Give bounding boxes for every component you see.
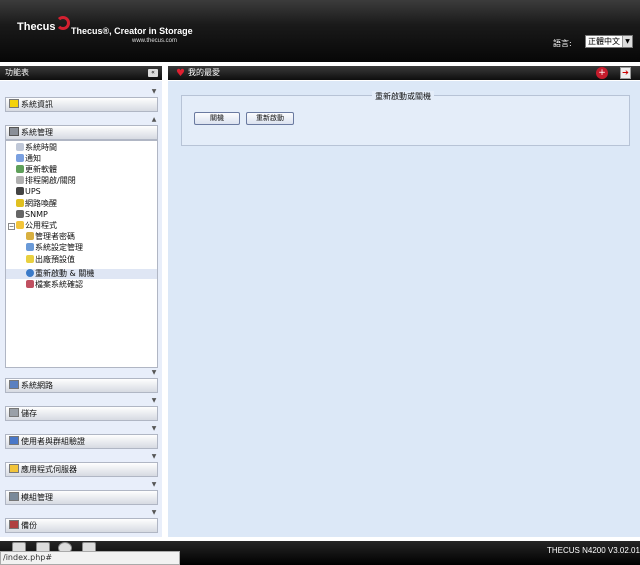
reboot-shutdown-panel: 重新啟動或關機 關機 重新啟動 xyxy=(181,91,630,146)
clock-icon xyxy=(16,143,24,151)
main-title-bar: ♥ 我的最愛 + ➔ xyxy=(168,66,640,80)
tree-item-filesystem-check[interactable]: 檔案系統確認 xyxy=(26,280,83,290)
logo: Thecus xyxy=(17,21,56,33)
tree-item-factory-default[interactable]: 出廠預設值 xyxy=(26,255,75,265)
backup-icon xyxy=(9,520,19,529)
power-icon xyxy=(26,269,34,277)
folder-icon xyxy=(16,221,24,229)
section-label: 系統管理 xyxy=(21,128,53,137)
tree-item-label: 更新軟體 xyxy=(25,165,57,174)
section-label: 儲存 xyxy=(21,409,37,418)
tree-item-snmp[interactable]: SNMP xyxy=(16,210,48,220)
tagline: Thecus®, Creator in Storage xyxy=(71,26,193,36)
expand-toggle-icon[interactable]: ▼ xyxy=(150,397,158,404)
language-label: 語言: xyxy=(553,39,572,48)
reboot-button[interactable]: 重新啟動 xyxy=(246,112,294,125)
tree-item-update[interactable]: 更新軟體 xyxy=(16,165,57,175)
tree-item-label: SNMP xyxy=(25,210,48,219)
language-select[interactable]: 正體中文 ▼ xyxy=(585,35,633,48)
schedule-icon xyxy=(16,176,24,184)
key-icon xyxy=(26,232,34,240)
network-icon xyxy=(9,380,19,389)
tree-item-label: UPS xyxy=(25,187,41,196)
status-bar-url: /index.php# xyxy=(0,551,180,565)
tree-item-schedule[interactable]: 排程開啟/關閉 xyxy=(16,176,76,186)
tree-item-wake-on-lan[interactable]: 網路喚醒 xyxy=(16,199,57,209)
tree-item-utilities[interactable]: − 公用程式 xyxy=(8,221,57,231)
config-icon xyxy=(26,243,34,251)
tree-item-label: 排程開啟/關閉 xyxy=(25,176,76,185)
language-value: 正體中文 xyxy=(588,37,620,46)
section-label: 使用者與群組驗證 xyxy=(21,437,85,446)
system-management-tree: 系統時間 通知 更新軟體 排程開啟/關閉 UPS 網路喚醒 SNMP − 公用程式… xyxy=(5,140,158,368)
reset-icon xyxy=(26,255,34,263)
site-url: www.thecus.com xyxy=(132,38,178,44)
tree-item-config-management[interactable]: 系統設定管理 xyxy=(26,243,83,253)
wake-icon xyxy=(16,199,24,207)
module-icon xyxy=(9,492,19,501)
expand-toggle-icon[interactable]: ▼ xyxy=(150,88,158,95)
sidebar-section-storage[interactable]: 儲存 xyxy=(5,406,158,421)
snmp-icon xyxy=(16,210,24,218)
logo-ring-icon xyxy=(56,16,70,30)
tree-collapse-icon[interactable]: − xyxy=(8,223,15,230)
collapse-toggle-icon[interactable]: ▲ xyxy=(150,116,158,123)
tree-item-label: 公用程式 xyxy=(25,221,57,230)
collapse-sidebar-icon[interactable]: « xyxy=(148,69,158,77)
section-label: 備份 xyxy=(21,521,37,530)
expand-toggle-icon[interactable]: ▼ xyxy=(150,369,158,376)
section-label: 系統網路 xyxy=(21,381,53,390)
heart-icon: ♥ xyxy=(176,68,185,79)
sidebar-section-app-server[interactable]: 應用程式伺服器 xyxy=(5,462,158,477)
tree-item-reboot-shutdown[interactable]: 重新啟動 & 關機 xyxy=(26,269,94,279)
main-title: 我的最愛 xyxy=(188,68,220,77)
tree-item-label: 系統時間 xyxy=(25,143,57,152)
chevron-down-icon[interactable]: ▼ xyxy=(622,36,632,47)
tree-item-label: 系統設定管理 xyxy=(35,243,83,252)
section-label: 模組管理 xyxy=(21,493,53,502)
tree-item-system-time[interactable]: 系統時間 xyxy=(16,143,57,153)
storage-icon xyxy=(9,408,19,417)
tree-item-ups[interactable]: UPS xyxy=(16,187,41,197)
tools-icon xyxy=(9,127,19,136)
tree-item-label: 重新啟動 & 關機 xyxy=(35,269,95,278)
filecheck-icon xyxy=(26,280,34,288)
update-icon xyxy=(16,165,24,173)
expand-toggle-icon[interactable]: ▼ xyxy=(150,425,158,432)
shutdown-button[interactable]: 關機 xyxy=(194,112,240,125)
info-icon xyxy=(9,99,19,108)
tree-item-label: 網路喚醒 xyxy=(25,199,57,208)
tree-item-label: 出廠預設值 xyxy=(35,255,75,264)
firmware-version: THECUS N4200 V3.02.01 xyxy=(547,546,640,555)
sidebar-section-modules[interactable]: 模組管理 xyxy=(5,490,158,505)
tree-item-label: 檔案系統確認 xyxy=(35,280,83,289)
section-label: 應用程式伺服器 xyxy=(21,465,77,474)
sidebar-title-bar: 功能表 « xyxy=(0,66,162,80)
section-label: 系統資訊 xyxy=(21,100,53,109)
add-favorite-icon[interactable]: + xyxy=(596,67,608,79)
sidebar-section-backup[interactable]: 備份 xyxy=(5,518,158,533)
logout-icon[interactable]: ➔ xyxy=(620,67,631,79)
panel-title: 重新啟動或關機 xyxy=(372,91,434,102)
sidebar-section-network[interactable]: 系統網路 xyxy=(5,378,158,393)
sidebar-section-system-management[interactable]: 系統管理 xyxy=(5,125,158,140)
sidebar-title: 功能表 xyxy=(5,68,29,77)
ups-icon xyxy=(16,187,24,195)
notify-icon xyxy=(16,154,24,162)
tree-item-label: 管理者密碼 xyxy=(35,232,75,241)
app-header: Thecus Thecus®, Creator in Storage www.t… xyxy=(0,0,640,62)
folder-icon xyxy=(9,464,19,473)
main-content: 重新啟動或關機 關機 重新啟動 xyxy=(168,81,640,537)
tree-item-admin-password[interactable]: 管理者密碼 xyxy=(26,232,75,242)
sidebar-section-system-info[interactable]: 系統資訊 xyxy=(5,97,158,112)
expand-toggle-icon[interactable]: ▼ xyxy=(150,453,158,460)
sidebar-section-users-groups[interactable]: 使用者與群組驗證 xyxy=(5,434,158,449)
tree-item-label: 通知 xyxy=(25,154,41,163)
users-icon xyxy=(9,436,19,445)
tree-item-notify[interactable]: 通知 xyxy=(16,154,41,164)
expand-toggle-icon[interactable]: ▼ xyxy=(150,509,158,516)
expand-toggle-icon[interactable]: ▼ xyxy=(150,481,158,488)
